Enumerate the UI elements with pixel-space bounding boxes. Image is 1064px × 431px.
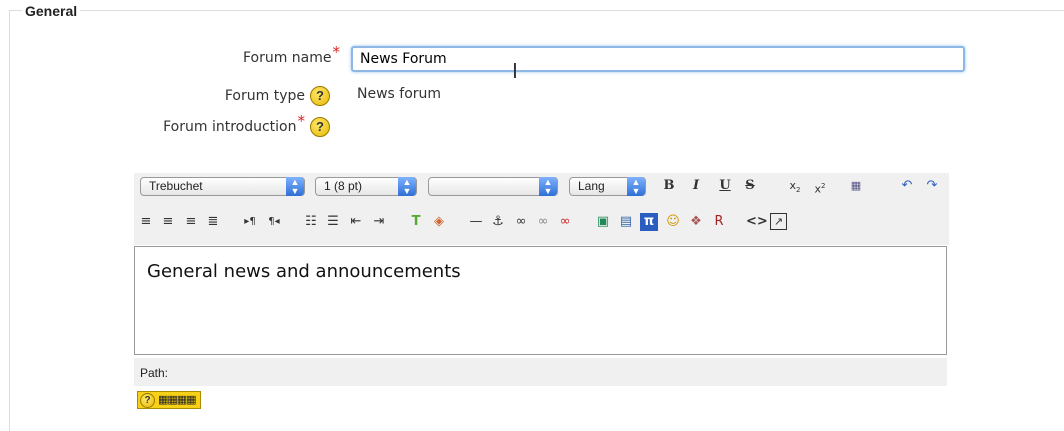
image-icon[interactable]: ▣ (594, 213, 612, 231)
paste-word-icon[interactable]: ▦ (847, 177, 865, 195)
background-color-icon[interactable]: ◈ (430, 213, 448, 231)
unordered-list-icon[interactable]: ☰ (324, 213, 342, 231)
heading-select[interactable]: ▲ ▼ (428, 177, 558, 196)
editor-content[interactable]: General news and announcements (147, 261, 461, 282)
lang-select[interactable]: Lang ▲ ▼ (569, 177, 646, 196)
font-size-value: 1 (8 pt) (324, 179, 363, 193)
select-arrows-icon: ▲ ▼ (398, 177, 416, 196)
align-justify-icon[interactable]: ≣ (204, 213, 222, 231)
anchor-icon[interactable]: ⚓ (489, 213, 507, 231)
forum-type-value: News forum (357, 86, 442, 102)
subscript-icon[interactable]: x2 (786, 177, 804, 195)
align-center-icon[interactable]: ≡ (159, 213, 177, 231)
forum-intro-label: Forum introduction (163, 119, 297, 135)
help-icon[interactable]: ? (310, 117, 330, 137)
select-arrows-icon: ▲ ▼ (539, 177, 557, 196)
forum-type-label: Forum type (224, 88, 305, 104)
keyboard-help-icon[interactable]: ? ▦▦▦▦ (137, 391, 201, 409)
ltr-icon[interactable]: ▸¶ (241, 213, 259, 231)
required-marker: * (332, 43, 341, 61)
select-arrows-icon: ▲ ▼ (627, 177, 645, 196)
intro-editor-area[interactable]: General news and announcements (134, 246, 947, 355)
italic-icon[interactable]: I (687, 177, 705, 195)
rtl-icon[interactable]: ¶◂ (265, 213, 283, 231)
align-right-icon[interactable]: ≡ (182, 213, 200, 231)
smiley-icon[interactable]: ☺ (664, 213, 682, 231)
redo-icon[interactable]: ↷ (923, 177, 941, 195)
table-icon[interactable]: ▤ (617, 213, 635, 231)
math-icon[interactable]: π (640, 213, 658, 231)
required-marker: * (297, 112, 306, 130)
special-char-icon[interactable]: ❖ (687, 213, 705, 231)
underline-icon[interactable]: U (716, 177, 734, 195)
lang-value: Lang (578, 179, 605, 193)
forum-name-label-row: Forum name* (190, 43, 340, 66)
path-label: Path: (140, 366, 169, 380)
forum-name-input[interactable] (353, 48, 970, 70)
forum-intro-label-row: Forum introduction*? (110, 112, 330, 137)
fullscreen-icon[interactable]: ↗ (770, 213, 787, 230)
editor-toolbar: Trebuchet ▲ ▼ 1 (8 pt) ▲ ▼ ▲ ▼ Lang ▲ ▼ B I … (134, 173, 949, 245)
section-legend: General (22, 3, 81, 19)
help-icon: ? (140, 392, 155, 408)
nolink-icon[interactable]: ∞ (556, 213, 574, 231)
forum-name-field[interactable] (351, 46, 970, 72)
font-family-select[interactable]: Trebuchet ▲ ▼ (140, 177, 305, 196)
text-cursor-icon: I (512, 59, 518, 83)
ordered-list-icon[interactable]: ☷ (302, 213, 320, 231)
strikethrough-icon[interactable]: S (741, 177, 759, 195)
indent-icon[interactable]: ⇥ (370, 213, 388, 231)
align-left-icon[interactable]: ≡ (137, 213, 155, 231)
font-size-select[interactable]: 1 (8 pt) ▲ ▼ (315, 177, 417, 196)
select-arrows-icon: ▲ ▼ (286, 177, 304, 196)
search-replace-icon[interactable]: R (710, 213, 728, 231)
horizontal-rule-icon[interactable]: — (467, 213, 485, 231)
text-color-icon[interactable]: T (407, 213, 425, 231)
editor-path-bar: Path: (134, 358, 947, 386)
outdent-icon[interactable]: ⇤ (347, 213, 365, 231)
forum-name-label: Forum name (242, 50, 332, 66)
undo-icon[interactable]: ↶ (898, 177, 916, 195)
help-icon[interactable]: ? (310, 86, 330, 106)
bold-icon[interactable]: B (660, 177, 678, 195)
forum-type-label-row: Forum type? (180, 86, 330, 106)
keyboard-icon: ▦▦▦▦ (158, 393, 197, 406)
link-icon[interactable]: ∞ (512, 213, 530, 231)
superscript-icon[interactable]: x2 (811, 177, 829, 196)
unlink-icon[interactable]: ∞ (534, 213, 552, 231)
html-source-icon[interactable]: <> (746, 213, 768, 231)
font-family-value: Trebuchet (149, 179, 203, 193)
